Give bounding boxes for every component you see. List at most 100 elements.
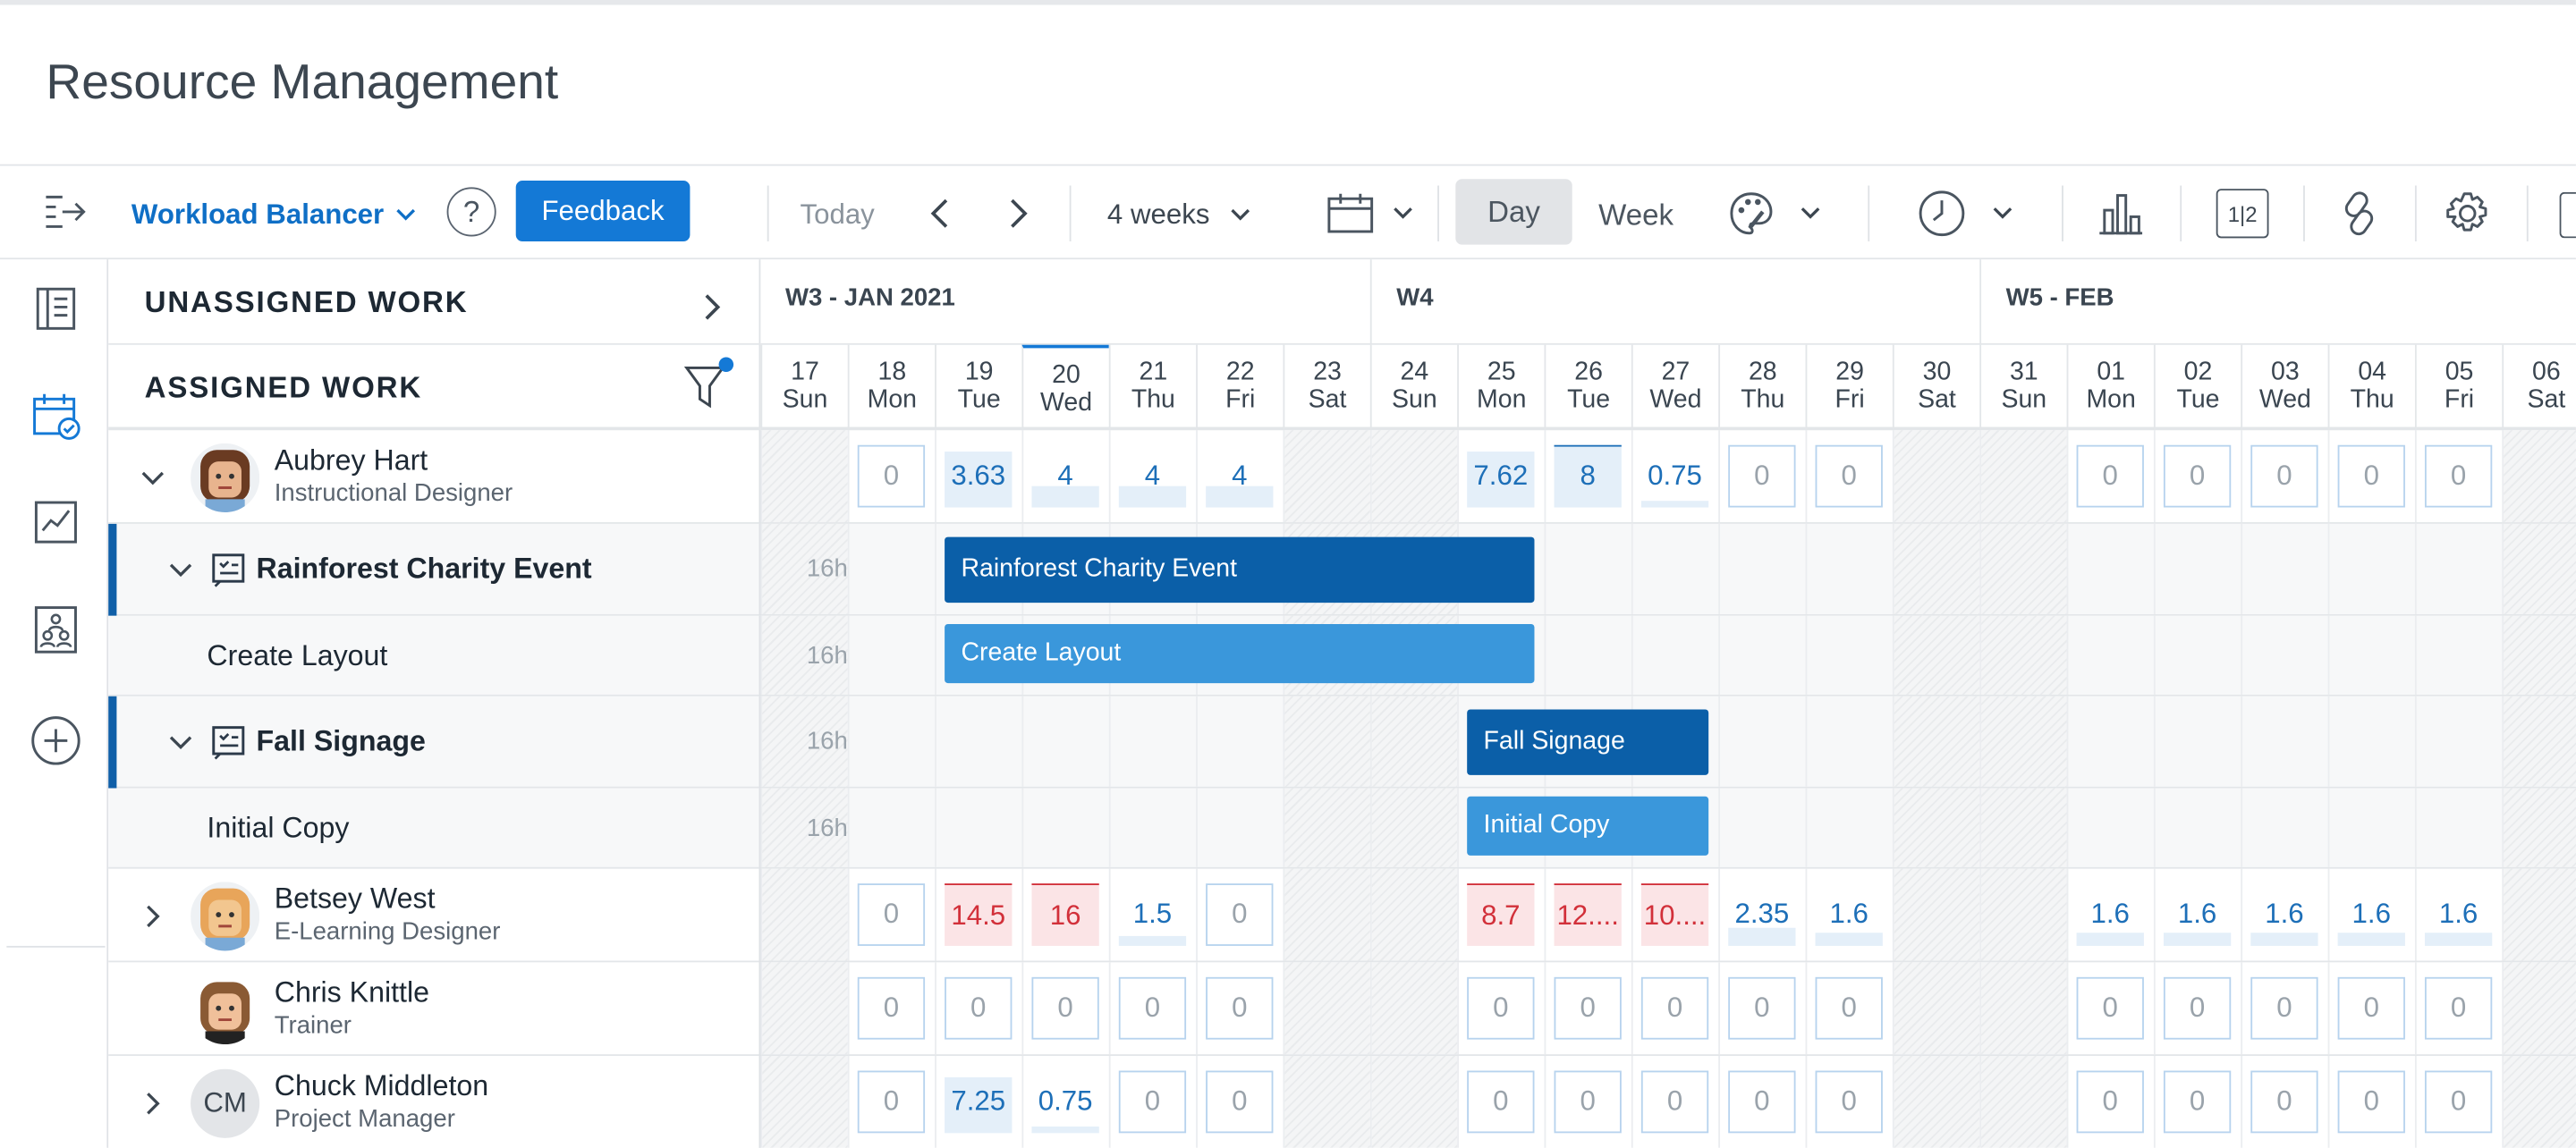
hours-cell[interactable]: 0 (1728, 444, 1796, 508)
nav-projects-icon[interactable] (30, 283, 82, 335)
allocated-cell[interactable]: 1.5 (1118, 883, 1187, 946)
collapse-panel-icon[interactable] (43, 192, 89, 235)
hours-cell[interactable]: 0 (1118, 1070, 1187, 1134)
hours-cell[interactable]: 0 (2424, 976, 2493, 1040)
hours-cell[interactable]: 0 (1031, 976, 1099, 1040)
next-period-button[interactable] (1002, 194, 1035, 233)
split-view-button[interactable]: 1|2 (2216, 189, 2269, 239)
hours-cell[interactable]: 0 (2337, 976, 2405, 1040)
collapse-row-button[interactable] (141, 466, 165, 489)
day-view-button[interactable]: Day (1455, 179, 1572, 245)
day-header[interactable]: 01 Mon (2066, 344, 2154, 431)
day-header[interactable]: 24 Sun (1369, 344, 1457, 431)
link-button[interactable] (2333, 187, 2385, 240)
day-header[interactable]: 30 Sat (1892, 344, 1979, 431)
allocated-cell[interactable]: 1.6 (2424, 883, 2493, 946)
day-header[interactable]: 18 Mon (847, 344, 935, 431)
color-options-dropdown[interactable] (1725, 187, 1824, 240)
hours-cell[interactable]: 0 (857, 1070, 926, 1134)
allocated-cell[interactable]: 0.75 (1640, 445, 1709, 508)
previous-period-button[interactable] (923, 194, 956, 233)
allocated-cell[interactable]: 7.25 (945, 1071, 1013, 1134)
task-bar[interactable]: Initial Copy (1467, 796, 1709, 856)
hours-cell[interactable]: 0 (2424, 444, 2493, 508)
allocated-cell[interactable]: 3.63 (945, 445, 1013, 508)
day-header[interactable]: 06 Sat (2502, 344, 2576, 431)
hours-cell[interactable]: 0 (2424, 1070, 2493, 1134)
hours-cell[interactable]: 0 (2250, 976, 2318, 1040)
allocated-cell[interactable]: 8 (1554, 444, 1622, 508)
project-name[interactable]: Rainforest Charity Event (257, 552, 592, 587)
chart-view-button[interactable] (2095, 189, 2148, 238)
allocated-cell[interactable]: 4 (1118, 445, 1187, 508)
hours-cell[interactable]: 0 (1467, 1070, 1535, 1134)
allocated-cell[interactable]: 4 (1206, 445, 1274, 508)
resource-name[interactable]: Betsey West (275, 881, 436, 916)
hours-cell[interactable]: 0 (2250, 1070, 2318, 1134)
hours-cell[interactable]: 0 (1815, 1070, 1883, 1134)
nav-analytics-icon[interactable] (30, 496, 82, 549)
expand-row-button[interactable] (141, 1091, 165, 1114)
hours-cell[interactable]: 0 (1815, 976, 1883, 1040)
expand-row-button[interactable] (141, 904, 165, 927)
allocated-cell[interactable]: 1.6 (2076, 883, 2144, 946)
day-header[interactable]: 20 Wed (1021, 344, 1109, 431)
nav-scheduling-icon[interactable] (30, 389, 82, 442)
expand-row-button[interactable] (141, 998, 165, 1021)
resource-name[interactable]: Chuck Middleton (275, 1068, 488, 1103)
overallocated-cell[interactable]: 8.7 (1467, 883, 1535, 946)
task-bar[interactable]: Create Layout (945, 623, 1535, 684)
hours-cell[interactable]: 0 (1728, 976, 1796, 1040)
overallocated-cell[interactable]: 12.... (1554, 883, 1622, 946)
hours-cell[interactable]: 0 (1206, 883, 1274, 946)
hours-cell[interactable]: 0 (857, 444, 926, 508)
day-header[interactable]: 26 Tue (1544, 344, 1631, 431)
feedback-button[interactable]: Feedback (515, 181, 691, 241)
allocated-cell[interactable]: 4 (1031, 445, 1099, 508)
day-header[interactable]: 23 Sat (1283, 344, 1369, 431)
hours-cell[interactable]: 0 (945, 976, 1013, 1040)
hours-cell[interactable]: 0 (857, 976, 926, 1040)
hours-cell[interactable]: 0 (2337, 1070, 2405, 1134)
overallocated-cell[interactable]: 14.5 (945, 883, 1013, 946)
day-header[interactable]: 17 Sun (760, 344, 847, 431)
allocated-cell[interactable]: 0.75 (1031, 1071, 1099, 1134)
hours-cell[interactable]: 0 (1640, 976, 1709, 1040)
hours-cell[interactable]: 0 (1728, 1070, 1796, 1134)
workload-balancer-dropdown[interactable]: Workload Balancer (131, 196, 417, 235)
day-header[interactable]: 04 Thu (2327, 344, 2415, 431)
day-header[interactable]: 25 Mon (1457, 344, 1544, 431)
day-header[interactable]: 22 Fri (1196, 344, 1283, 431)
hours-cell[interactable]: 0 (2163, 1070, 2232, 1134)
hours-cell[interactable]: 0 (1815, 444, 1883, 508)
time-options-dropdown[interactable] (1912, 187, 2018, 240)
hours-cell[interactable]: 0 (1118, 976, 1187, 1040)
unassigned-work-header[interactable]: UNASSIGNED WORK (108, 259, 761, 345)
allocated-cell[interactable]: 1.6 (2250, 883, 2318, 946)
resource-name[interactable]: Chris Knittle (275, 975, 429, 1009)
day-header[interactable]: 28 Thu (1718, 344, 1805, 431)
project-bar[interactable]: Rainforest Charity Event (945, 536, 1535, 604)
hours-cell[interactable]: 0 (1206, 976, 1274, 1040)
project-bar[interactable]: Fall Signage (1467, 709, 1709, 775)
day-header[interactable]: 31 Sun (1979, 344, 2066, 431)
task-name[interactable]: Create Layout (207, 638, 387, 673)
add-icon[interactable] (30, 714, 82, 767)
hours-cell[interactable]: 0 (2076, 444, 2144, 508)
hours-cell[interactable]: 0 (2076, 976, 2144, 1040)
hours-cell[interactable]: 0 (1554, 976, 1622, 1040)
collapse-project-button[interactable] (169, 730, 192, 754)
today-button[interactable]: Today (800, 196, 874, 235)
hours-cell[interactable]: 0 (1467, 976, 1535, 1040)
task-name[interactable]: Initial Copy (207, 810, 349, 845)
day-header[interactable]: 27 Wed (1631, 344, 1718, 431)
hours-cell[interactable]: 0 (2250, 444, 2318, 508)
allocated-cell[interactable]: 2.35 (1728, 883, 1796, 946)
overallocated-cell[interactable]: 16 (1031, 883, 1099, 946)
hours-cell[interactable]: 0 (2076, 1070, 2144, 1134)
hours-cell[interactable]: 0 (2163, 444, 2232, 508)
allocated-cell[interactable]: 1.6 (2337, 883, 2405, 946)
project-name[interactable]: Fall Signage (257, 724, 426, 759)
allocated-cell[interactable]: 1.6 (1815, 883, 1883, 946)
settings-button[interactable] (2441, 187, 2494, 240)
